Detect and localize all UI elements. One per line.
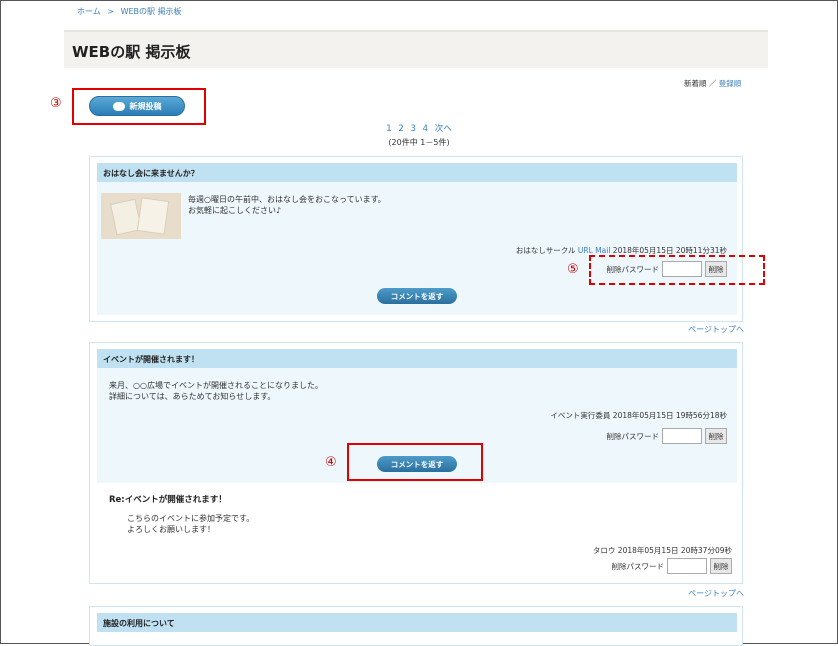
- post-author: おはなしサークル: [515, 246, 576, 255]
- reply-author: タロウ: [592, 546, 616, 555]
- post-card: おはなし会に来ませんか？ 毎週○曜日の午前中、おはなし会をおこなっています。 お…: [89, 156, 743, 322]
- delete-password-input[interactable]: [667, 558, 707, 574]
- breadcrumb-current[interactable]: WEBの駅 掲示板: [121, 7, 182, 16]
- page-title: WEBの駅 掲示板: [72, 43, 191, 61]
- page-link-1[interactable]: 1: [386, 124, 391, 134]
- annotation-marker-5: ⑤: [567, 262, 579, 277]
- speech-bubble-icon: [112, 101, 125, 111]
- reply-date: 2018年05月15日 20時37分09秒: [617, 546, 732, 555]
- sort-newest: 新着順: [684, 79, 707, 88]
- annotation-box-4: [347, 443, 483, 481]
- post-title: イベントが開催されます！: [97, 349, 737, 368]
- page-link-3[interactable]: 3: [410, 124, 415, 134]
- pagination: 1 2 3 4 次へ: [0, 122, 838, 134]
- page-link-2[interactable]: 2: [398, 124, 403, 134]
- page-top-link[interactable]: ページトップへ: [688, 588, 744, 599]
- post-thumbnail: [101, 193, 181, 239]
- delete-row: 削除パスワード 削除: [606, 428, 727, 444]
- breadcrumb-home-link[interactable]: ホーム: [77, 7, 101, 16]
- result-count: (20件中 1－5件): [388, 138, 450, 147]
- reply-meta: タロウ 2018年05月15日 20時37分09秒: [593, 545, 732, 556]
- annotation-marker-4: ④: [325, 455, 337, 470]
- sort-separator: ／: [708, 79, 717, 88]
- post-body: 毎週○曜日の午前中、おはなし会をおこなっています。 お気軽に起こしください♪ お…: [97, 182, 737, 315]
- post-text: 来月、○○広場でイベントが開催されることになりました。 詳細については、あらため…: [109, 381, 323, 401]
- reply-title: Re:イベントが開催されます！: [109, 495, 227, 505]
- post-mail-link[interactable]: Mail: [595, 246, 610, 255]
- post-title: 施設の利用について: [97, 613, 737, 632]
- delete-password-input[interactable]: [662, 428, 702, 444]
- reply-button[interactable]: コメントを返す: [377, 288, 457, 304]
- annotation-marker-3: ③: [50, 96, 62, 111]
- page-top-link[interactable]: ページトップへ: [688, 324, 744, 335]
- delete-password-label: 削除パスワード: [611, 561, 665, 571]
- title-bar: WEBの駅 掲示板: [64, 30, 768, 68]
- new-post-button[interactable]: 新規投稿: [89, 96, 185, 116]
- post-url-link[interactable]: URL: [578, 246, 593, 255]
- post-card: 施設の利用について: [89, 606, 743, 646]
- delete-button[interactable]: 削除: [710, 558, 732, 574]
- breadcrumb-separator: >: [107, 7, 115, 16]
- sort-options: 新着順 ／ 登録順: [684, 78, 741, 89]
- page-link-4[interactable]: 4: [423, 124, 428, 134]
- post-date: 2018年05月15日 19時56分18秒: [612, 411, 727, 420]
- reply-text: こちらのイベントに参加予定です。 よろしくお願いします！: [127, 514, 255, 534]
- delete-button[interactable]: 削除: [705, 428, 727, 444]
- delete-password-label: 削除パスワード: [606, 431, 660, 441]
- new-post-label: 新規投稿: [129, 101, 162, 111]
- delete-row: 削除パスワード 削除: [611, 558, 732, 574]
- post-author: イベント実行委員: [550, 411, 611, 420]
- next-page-link[interactable]: 次へ: [435, 124, 452, 134]
- sort-registered-link[interactable]: 登録順: [719, 79, 742, 88]
- breadcrumb: ホーム > WEBの駅 掲示板: [77, 6, 186, 17]
- post-text: 毎週○曜日の午前中、おはなし会をおこなっています。 お気軽に起こしください♪: [188, 195, 386, 215]
- annotation-box-5: [589, 255, 765, 285]
- post-date: 2018年05月15日 20時11分31秒: [612, 246, 727, 255]
- post-meta: イベント実行委員 2018年05月15日 19時56分18秒: [550, 410, 727, 421]
- post-title: おはなし会に来ませんか？: [97, 163, 737, 182]
